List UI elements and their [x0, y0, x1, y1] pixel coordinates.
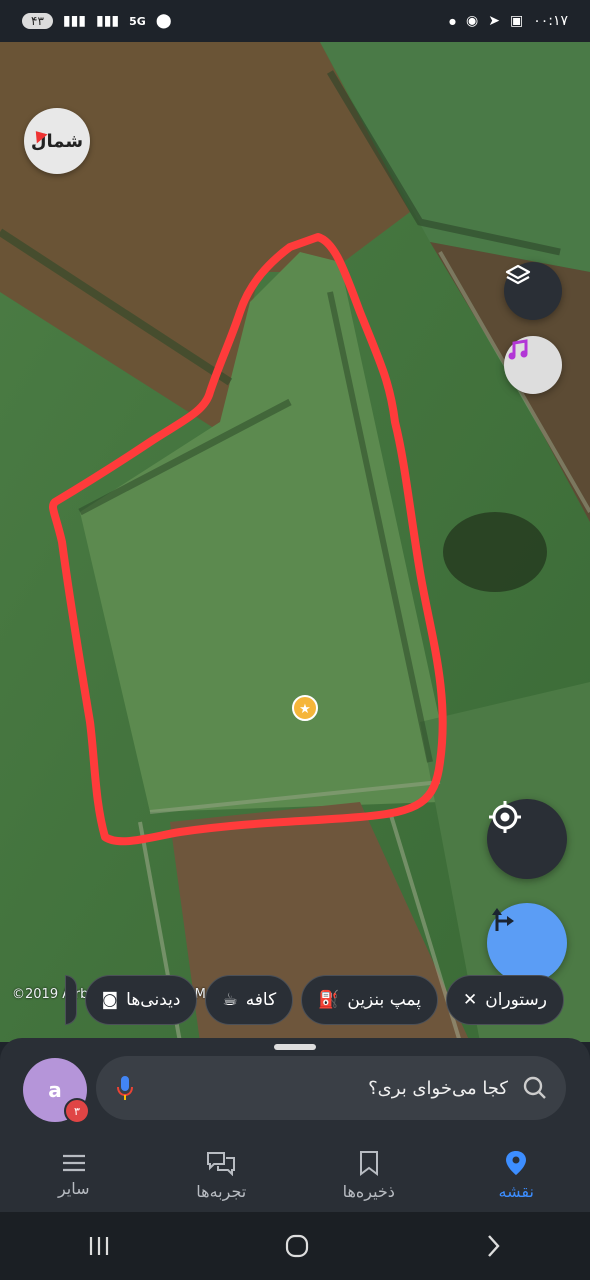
- chip-label: دیدنی‌ها: [126, 990, 181, 1010]
- system-navigation-bar: [0, 1212, 590, 1280]
- chip-gas-station[interactable]: ⛽ پمپ بنزین: [301, 975, 438, 1025]
- location-icon: ⬤: [155, 13, 172, 29]
- notification-badge: ۳: [64, 1098, 90, 1124]
- signal-icon: ▮▮▮: [62, 13, 87, 29]
- recent-apps-icon[interactable]: [86, 1235, 112, 1257]
- nav-label: سایر: [57, 1178, 90, 1198]
- layers-icon: [505, 264, 531, 285]
- fork-knife-icon: ✕: [462, 990, 478, 1010]
- route-icon: [492, 908, 514, 931]
- search-sheet: a ۳ کجا می‌خوای بری؟: [0, 1038, 590, 1138]
- chip-label: رستوران: [485, 990, 547, 1010]
- clock: ۰۰:۱۷: [533, 13, 568, 29]
- status-left: ۴۳ ▮▮▮ ▮▮▮ 5G ⬤: [22, 13, 172, 29]
- map-view[interactable]: ★ شمال ©2019 Airbus ©OpenStreetMa: [0, 42, 590, 1042]
- microphone-icon[interactable]: [114, 1074, 136, 1102]
- notification-dot-icon: ●: [449, 16, 457, 26]
- search-bar[interactable]: کجا می‌خوای بری؟: [96, 1056, 566, 1120]
- app-icon: ◉: [466, 13, 479, 29]
- chip-restaurant[interactable]: ✕ رستوران: [445, 975, 564, 1025]
- coffee-cup-icon: ☕: [222, 990, 238, 1010]
- chip-sights[interactable]: ◙ دیدنی‌ها: [84, 975, 198, 1025]
- music-note-icon: [508, 339, 528, 360]
- music-button[interactable]: [504, 336, 562, 394]
- nav-label: ذخیره‌ها: [342, 1181, 395, 1201]
- compass-north-button[interactable]: شمال: [24, 108, 90, 174]
- my-location-button[interactable]: [487, 799, 567, 879]
- crosshair-icon: [489, 801, 521, 833]
- search-placeholder: کجا می‌خوای بری؟: [368, 1077, 508, 1099]
- menu-icon: [62, 1154, 85, 1171]
- nav-experiences[interactable]: تجربه‌ها: [148, 1138, 296, 1212]
- avatar-initial: a: [48, 1078, 62, 1102]
- sheet-drag-handle[interactable]: [274, 1044, 316, 1050]
- category-chips: ✕ رستوران ⛽ پمپ بنزین ☕ کافه ◙ دیدنی‌ها: [0, 975, 590, 1027]
- chip-cafe[interactable]: ☕ کافه: [205, 975, 294, 1025]
- back-icon[interactable]: [482, 1233, 504, 1259]
- directions-button[interactable]: [487, 903, 567, 983]
- chip-label: کافه: [245, 990, 277, 1010]
- search-icon: [523, 1076, 546, 1099]
- home-icon[interactable]: [284, 1233, 310, 1259]
- fuel-pump-icon: ⛽: [318, 990, 340, 1010]
- satellite-imagery: ★: [0, 42, 590, 1042]
- screenshot-icon: ▣: [509, 13, 524, 29]
- nav-map[interactable]: نقشه: [443, 1138, 590, 1212]
- battery-indicator: ۴۳: [22, 13, 53, 29]
- nav-label: تجربه‌ها: [196, 1181, 247, 1201]
- nav-label: نقشه: [498, 1181, 534, 1201]
- signal-icon-2: ▮▮▮: [96, 13, 120, 29]
- status-right: ● ◉ ➤ ▣ ۰۰:۱۷: [449, 13, 568, 29]
- bookmark-icon: [359, 1150, 378, 1176]
- nav-saved[interactable]: ذخیره‌ها: [295, 1138, 443, 1212]
- bottom-navigation: نقشه ذخیره‌ها تجربه‌ها سایر: [0, 1138, 590, 1212]
- network-label: 5G: [129, 14, 146, 28]
- status-bar: ۴۳ ▮▮▮ ▮▮▮ 5G ⬤ ● ◉ ➤ ▣ ۰۰:۱۷: [0, 0, 590, 42]
- camera-icon: ◙: [101, 990, 119, 1010]
- chip-more[interactable]: [64, 975, 77, 1025]
- svg-text:★: ★: [299, 702, 311, 717]
- chip-label: پمپ بنزین: [347, 990, 421, 1010]
- telegram-icon: ➤: [488, 13, 500, 29]
- chat-bubbles-icon: [207, 1151, 236, 1176]
- layers-button[interactable]: [504, 262, 562, 320]
- nav-more[interactable]: سایر: [0, 1138, 148, 1212]
- map-pin-icon: [506, 1150, 527, 1175]
